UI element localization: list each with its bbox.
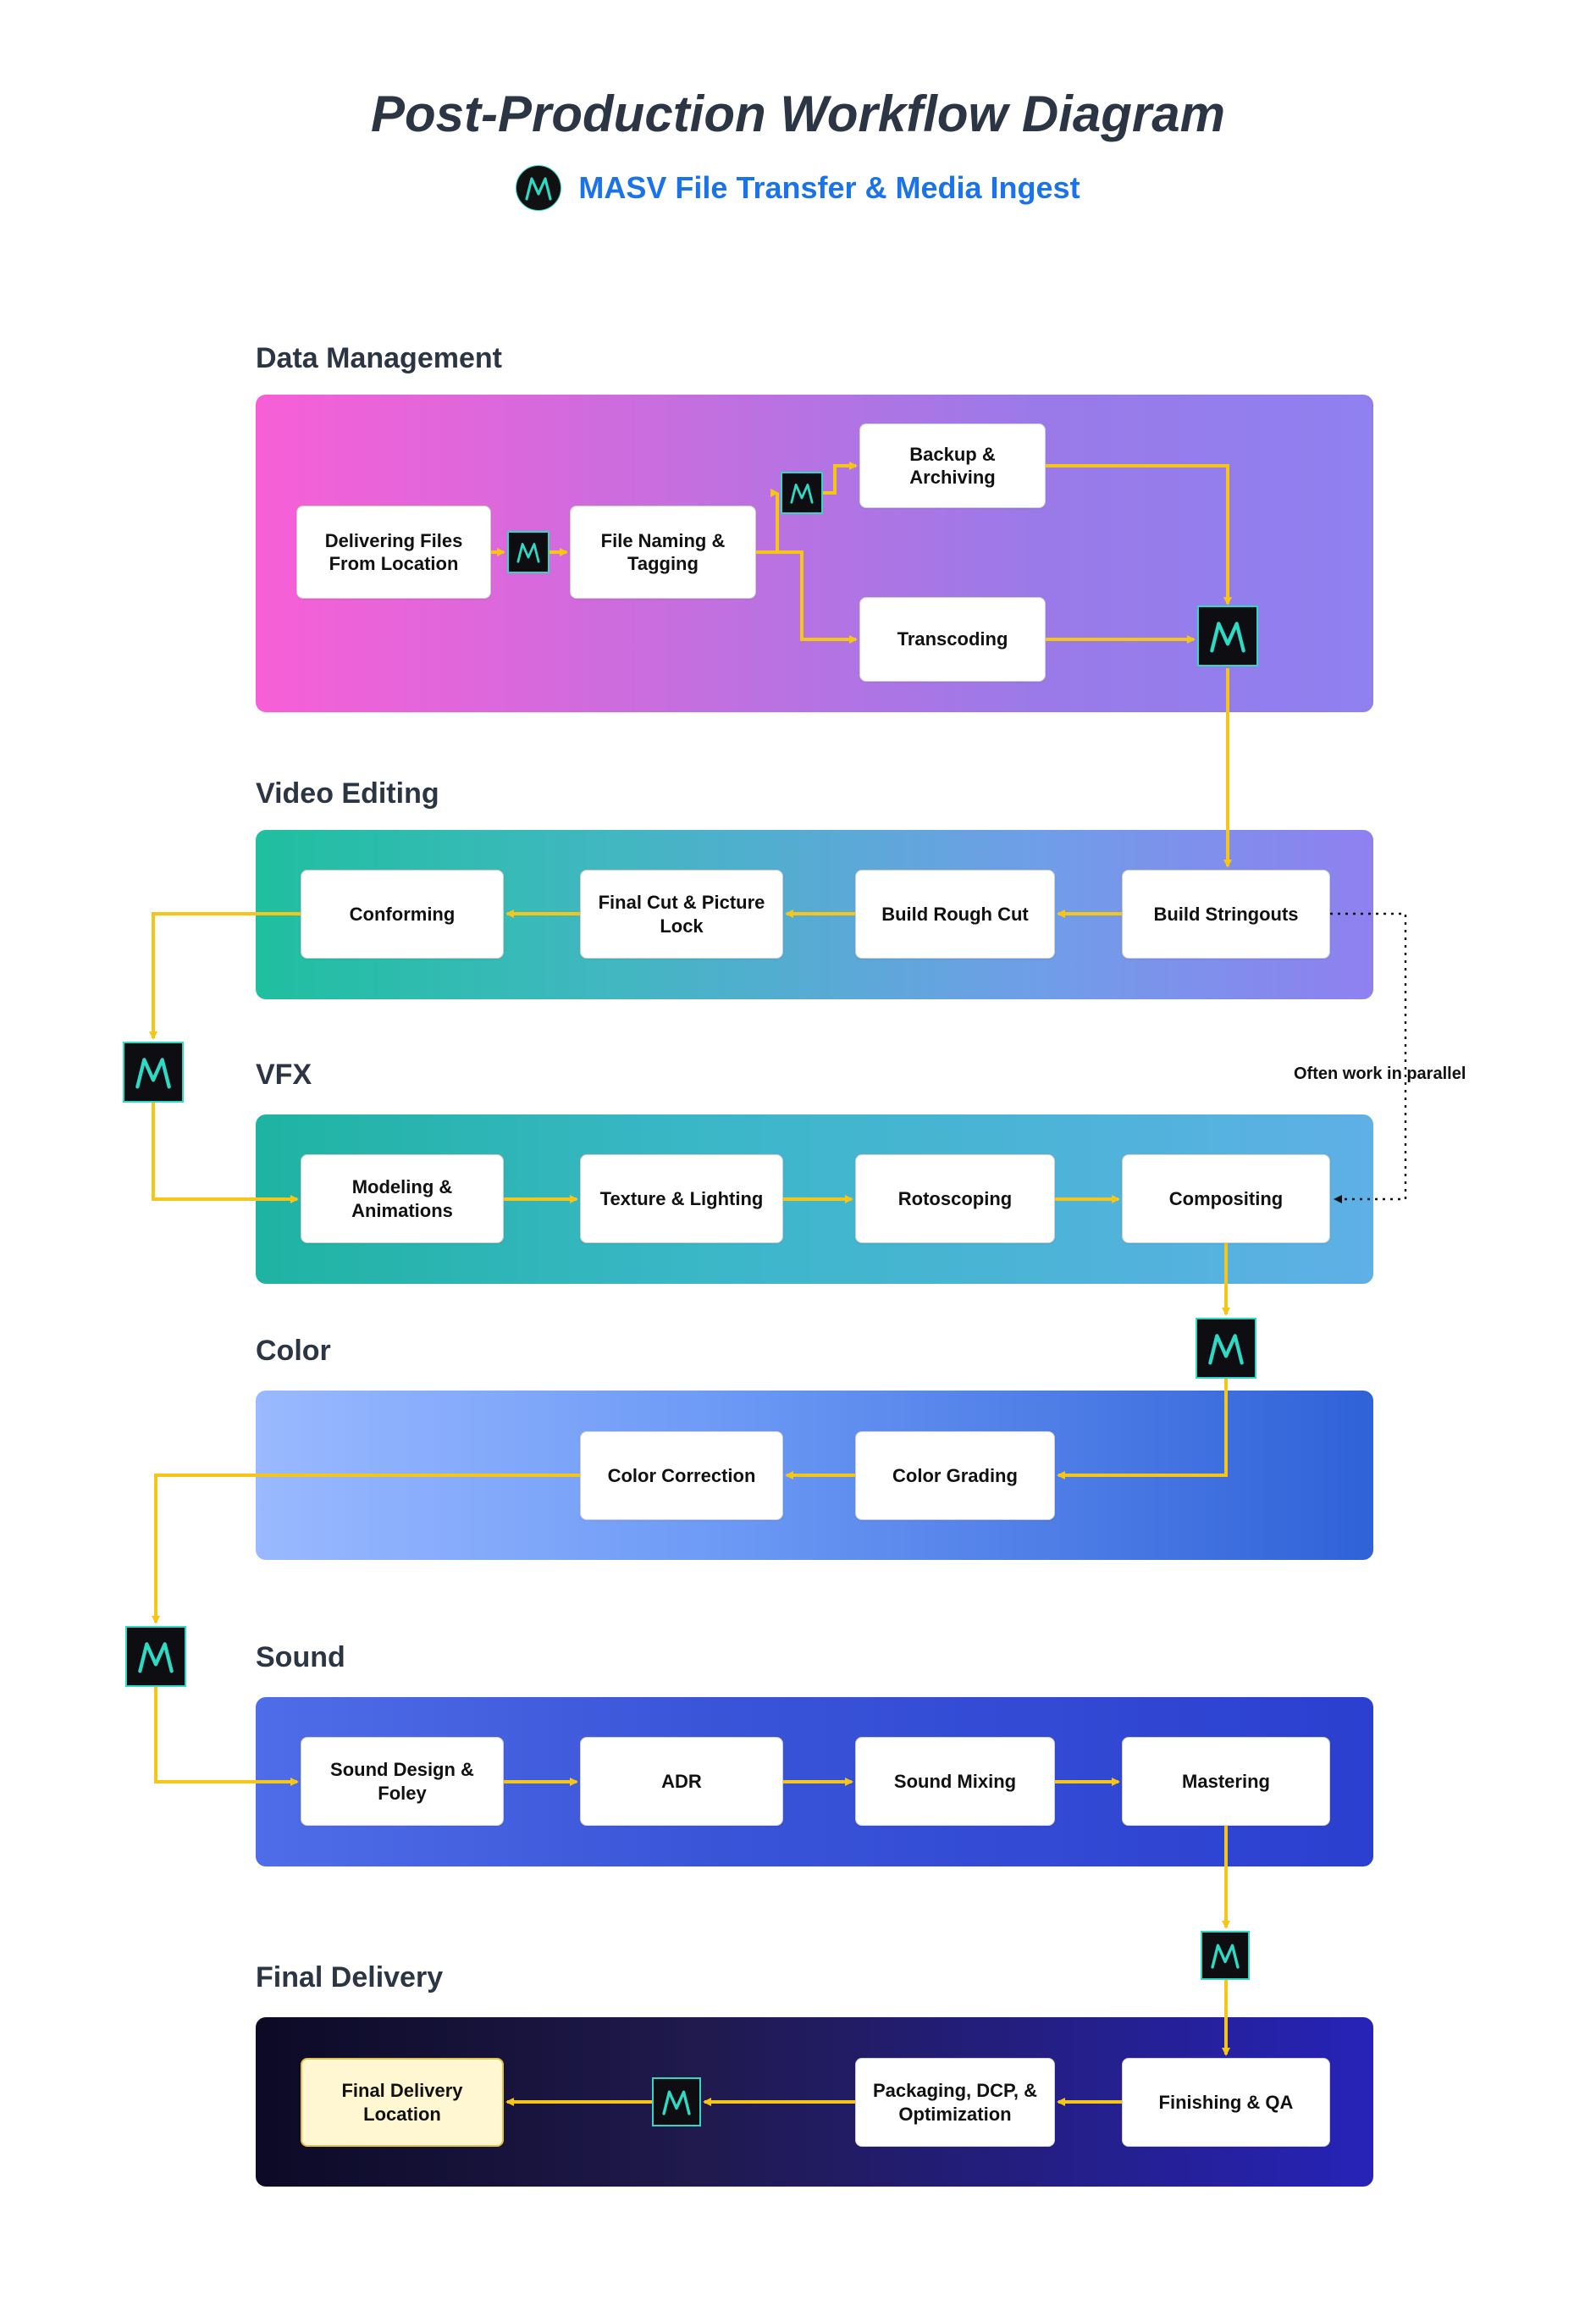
- masv-icon: [652, 2077, 701, 2126]
- node-finishing-qa: Finishing & QA: [1122, 2058, 1330, 2147]
- node-deliver-files: Delivering Files From Location: [296, 506, 491, 599]
- annotation-parallel: Often work in parallel: [1294, 1064, 1466, 1084]
- node-final-cut: Final Cut & Picture Lock: [580, 870, 783, 959]
- node-transcoding: Transcoding: [859, 597, 1046, 682]
- page-title: Post-Production Workflow Diagram: [0, 85, 1596, 143]
- masv-icon: [507, 531, 549, 573]
- node-packaging: Packaging, DCP, & Optimization: [855, 2058, 1055, 2147]
- section-label-color: Color: [256, 1335, 331, 1368]
- node-modeling: Modeling & Animations: [301, 1154, 504, 1243]
- node-build-stringouts: Build Stringouts: [1122, 870, 1330, 959]
- node-sound-design: Sound Design & Foley: [301, 1737, 504, 1826]
- masv-icon: [781, 472, 823, 514]
- node-final-delivery-location: Final Delivery Location: [301, 2058, 504, 2147]
- node-compositing: Compositing: [1122, 1154, 1330, 1243]
- section-label-final-delivery: Final Delivery: [256, 1961, 443, 1994]
- node-color-grading: Color Grading: [855, 1431, 1055, 1520]
- node-build-roughcut: Build Rough Cut: [855, 870, 1055, 959]
- node-file-naming: File Naming & Tagging: [570, 506, 756, 599]
- section-label-sound: Sound: [256, 1641, 345, 1674]
- node-conforming: Conforming: [301, 870, 504, 959]
- masv-icon: [125, 1626, 186, 1687]
- node-texture: Texture & Lighting: [580, 1154, 783, 1243]
- section-label-vfx: VFX: [256, 1059, 312, 1092]
- masv-icon: [1196, 1318, 1256, 1379]
- section-label-video-editing: Video Editing: [256, 777, 439, 810]
- node-adr: ADR: [580, 1737, 783, 1826]
- node-backup: Backup & Archiving: [859, 423, 1046, 508]
- masv-icon: [123, 1042, 184, 1103]
- stage-color: [256, 1391, 1373, 1560]
- masv-logo-icon: [516, 165, 561, 211]
- node-mastering: Mastering: [1122, 1737, 1330, 1826]
- masv-icon: [1201, 1931, 1250, 1980]
- subtitle-row: MASV File Transfer & Media Ingest: [0, 165, 1596, 211]
- node-rotoscoping: Rotoscoping: [855, 1154, 1055, 1243]
- masv-icon: [1197, 606, 1258, 666]
- page-subtitle: MASV File Transfer & Media Ingest: [578, 170, 1080, 206]
- section-label-data-management: Data Management: [256, 342, 502, 375]
- node-color-correction: Color Correction: [580, 1431, 783, 1520]
- node-sound-mixing: Sound Mixing: [855, 1737, 1055, 1826]
